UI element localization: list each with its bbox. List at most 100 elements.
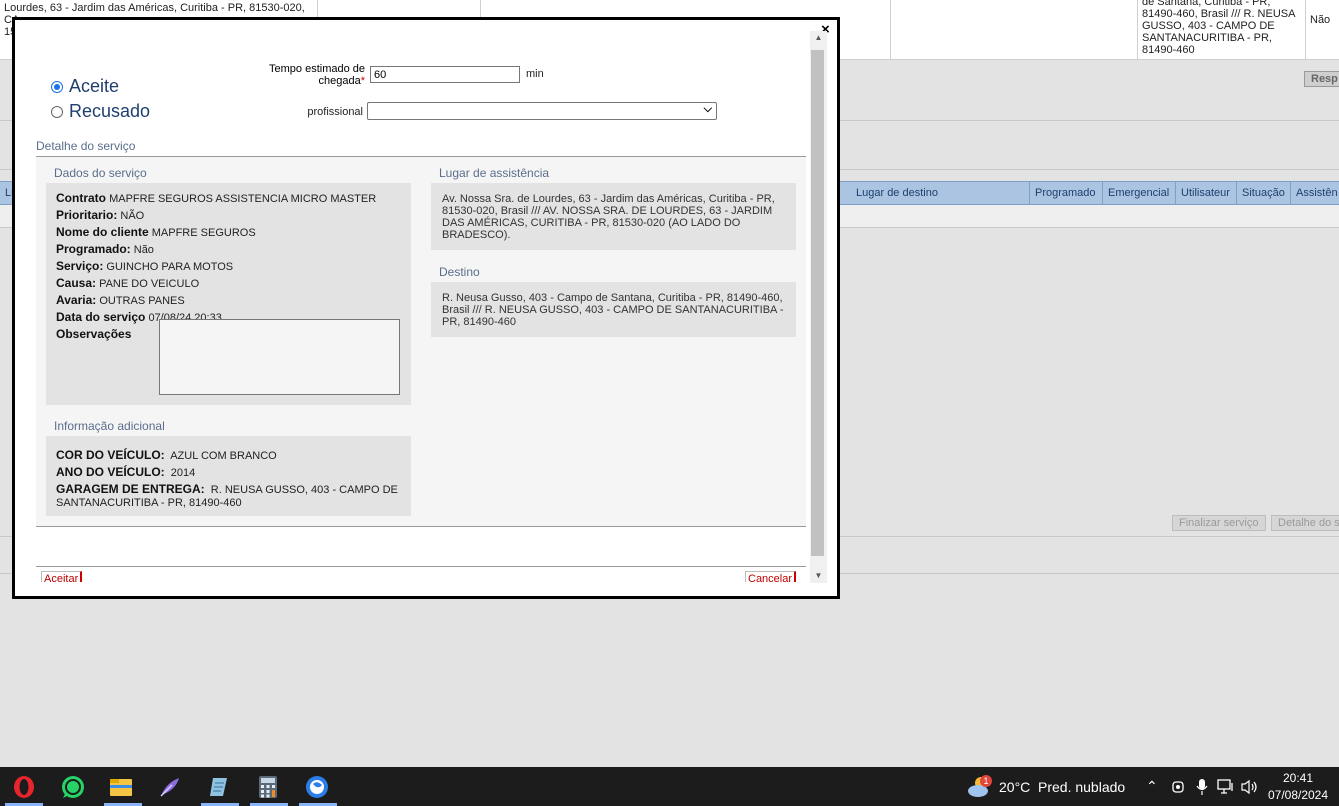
background-cell-nao: Não	[1310, 14, 1331, 26]
tempo-input[interactable]	[370, 66, 520, 83]
scroll-thumb[interactable]	[811, 50, 824, 556]
clock-date[interactable]: 07/08/2024	[1264, 788, 1332, 802]
radio-unchecked-icon[interactable]	[51, 105, 63, 118]
th-situacao[interactable]: Situação	[1236, 182, 1290, 204]
dados-value: MAPFRE SEGUROS ASSISTENCIA MICRO MASTER	[109, 193, 377, 205]
dados-key: Contrato	[56, 191, 106, 205]
info-value: 2014	[170, 467, 196, 479]
radio-recusado-label[interactable]: Recusado	[69, 101, 150, 122]
dados-row: Programado: Não	[56, 241, 401, 258]
th-utilisateur[interactable]: Utilisateur	[1175, 182, 1236, 204]
volume-icon[interactable]	[1238, 773, 1262, 801]
finalizar-servico-button[interactable]: Finalizar serviço	[1172, 515, 1266, 531]
th-programado[interactable]: Programado	[1029, 182, 1102, 204]
dados-value: PANE DO VEICULO	[99, 278, 200, 290]
info-box: COR DO VEÍCULO: AZUL COM BRANCO ANO DO V…	[46, 436, 411, 516]
respond-button[interactable]: Resp	[1304, 71, 1339, 87]
profissional-label: profissional	[307, 106, 363, 118]
dados-value: OUTRAS PANES	[99, 295, 185, 307]
detalhe-title: Detalhe do serviço	[36, 139, 136, 153]
opera-icon[interactable]	[10, 773, 38, 801]
lugar-title: Lugar de assistência	[439, 166, 550, 180]
info-row: GARAGEM DE ENTREGA: R. NEUSA GUSSO, 403 …	[56, 483, 401, 510]
weather-text[interactable]: Pred. nublado	[1038, 779, 1125, 795]
lugar-box: Av. Nossa Sra. de Lourdes, 63 - Jardim d…	[431, 183, 796, 250]
radio-aceite[interactable]: Aceite	[51, 76, 119, 97]
dados-key: Causa:	[56, 276, 97, 290]
cell-line: GUSSO, 403 - CAMPO DE	[1142, 20, 1275, 32]
service-dialog: × Aceite Recusado Tempo estimado de cheg…	[12, 17, 840, 599]
dados-row: Causa: PANE DO VEICULO	[56, 275, 401, 292]
browser-globe-icon[interactable]	[303, 773, 331, 801]
dialog-content: Aceite Recusado Tempo estimado de chegad…	[15, 20, 811, 582]
cell-line: de Santana, Curitiba - PR,	[1142, 0, 1271, 8]
info-key: COR DO VEÍCULO:	[56, 448, 165, 462]
observacoes-key: Observações	[56, 327, 132, 341]
cell-line: 81490-460, Brasil /// R. NEUSA	[1142, 8, 1296, 20]
info-row: COR DO VEÍCULO: AZUL COM BRANCO	[56, 447, 401, 464]
file-explorer-icon[interactable]	[107, 773, 135, 801]
info-title: Informação adicional	[54, 419, 165, 433]
cell-line: SANTANACURITIBA - PR,	[1142, 32, 1272, 44]
info-key: GARAGEM DE ENTREGA:	[56, 482, 205, 496]
taskbar: 1 20°C Pred. nublado ⌃ 20:41 07/08/2024	[0, 767, 1339, 806]
radio-checked-icon[interactable]	[51, 80, 63, 93]
dados-value: MAPFRE SEGUROS	[151, 227, 256, 239]
microphone-icon[interactable]	[1190, 773, 1214, 801]
dados-value: Não	[133, 244, 154, 256]
info-key: ANO DO VEÍCULO:	[56, 465, 165, 479]
dados-key: Programado:	[56, 242, 131, 256]
divider	[36, 526, 806, 527]
radio-aceite-label[interactable]: Aceite	[69, 76, 119, 97]
scroll-down-icon[interactable]: ▼	[810, 569, 827, 583]
destino-title: Destino	[439, 265, 480, 279]
dados-key: Prioritario:	[56, 208, 118, 222]
scrollbar[interactable]: ▲ ▼	[810, 31, 827, 583]
dados-key: Serviço:	[56, 259, 104, 273]
chevron-up-icon[interactable]: ⌃	[1146, 778, 1158, 795]
weather-badge: 1	[980, 775, 992, 787]
tempo-label: Tempo estimado de chegada*	[255, 63, 365, 87]
th-lugar-destino[interactable]: Lugar de destino	[851, 182, 1030, 204]
info-value: AZUL COM BRANCO	[170, 450, 277, 462]
whatsapp-icon[interactable]	[59, 773, 87, 801]
destino-box: R. Neusa Gusso, 403 - Campo de Santana, …	[431, 282, 796, 337]
background-cell-destination: de Santana, Curitiba - PR, 81490-460, Br…	[1138, 0, 1306, 60]
temperature-text[interactable]: 20°C	[999, 779, 1030, 795]
cell-line: Lourdes, 63 - Jardim das Américas, Curit…	[4, 2, 305, 14]
destino-address: R. Neusa Gusso, 403 - Campo de Santana, …	[442, 292, 784, 328]
cancelar-button[interactable]: Cancelar	[745, 571, 797, 582]
tempo-label-text: Tempo estimado de chegada	[269, 63, 365, 87]
aceitar-button[interactable]: Aceitar	[41, 571, 83, 582]
dados-title: Dados do serviço	[54, 166, 147, 180]
dados-row: Prioritario: NÃO	[56, 207, 401, 224]
profissional-select[interactable]: ⌵	[367, 102, 717, 120]
cell-line: 81490-460	[1142, 44, 1195, 56]
notepad-icon[interactable]	[205, 773, 233, 801]
dados-value: GUINCHO PARA MOTOS	[106, 261, 234, 273]
required-marker: *	[360, 75, 365, 87]
dados-row: Serviço: GUINCHO PARA MOTOS	[56, 258, 401, 275]
dados-row: Avaria: OUTRAS PANES	[56, 292, 401, 309]
dados-key: Avaria:	[56, 293, 97, 307]
chevron-down-icon[interactable]: ⌵	[704, 103, 712, 116]
th-emergencial[interactable]: Emergencial	[1102, 182, 1175, 204]
dados-value: NÃO	[120, 210, 145, 222]
dados-key: Data do serviço	[56, 310, 146, 324]
tempo-unit: min	[526, 68, 544, 80]
camera-status-icon[interactable]	[1166, 773, 1190, 801]
info-row: ANO DO VEÍCULO: 2014	[56, 464, 401, 481]
radio-recusado[interactable]: Recusado	[51, 101, 150, 122]
clock-time[interactable]: 20:41	[1268, 771, 1328, 785]
calculator-icon[interactable]	[254, 773, 282, 801]
footer-divider	[36, 566, 806, 567]
th-assistencia[interactable]: Assistên	[1290, 182, 1339, 204]
dados-row: Nome do cliente MAPFRE SEGUROS	[56, 224, 401, 241]
dados-key: Nome do cliente	[56, 225, 149, 239]
scroll-up-icon[interactable]: ▲	[810, 31, 827, 45]
detalhe-servico-button[interactable]: Detalhe do s	[1271, 515, 1339, 531]
network-icon[interactable]	[1214, 773, 1238, 801]
feather-app-icon[interactable]	[156, 773, 184, 801]
observacoes-textarea[interactable]	[159, 319, 400, 395]
background-cell	[891, 0, 1138, 60]
